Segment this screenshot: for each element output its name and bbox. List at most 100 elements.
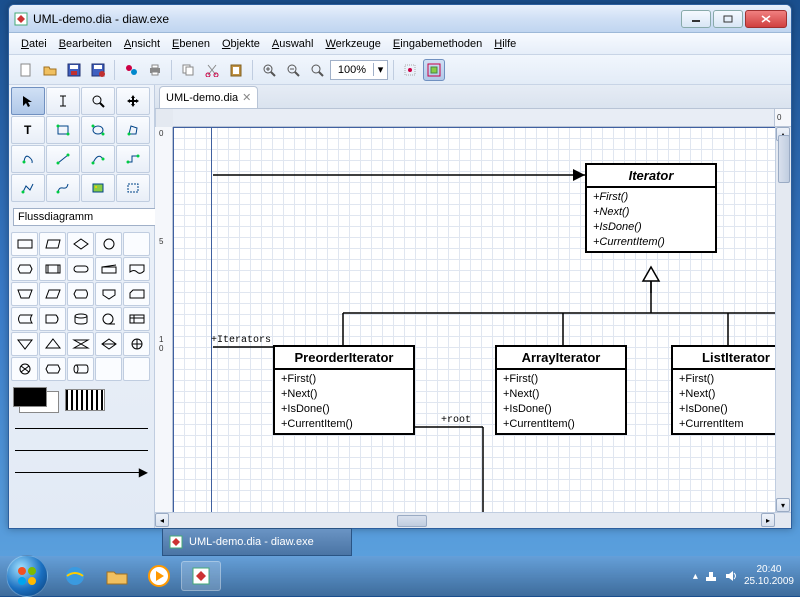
shape-decision-icon[interactable] (67, 232, 94, 256)
shape-predefined-icon[interactable] (39, 257, 66, 281)
shape-or-icon[interactable] (123, 332, 150, 356)
menu-ansicht[interactable]: Ansicht (118, 36, 166, 52)
scroll-tool-icon[interactable] (116, 87, 150, 115)
line-tool-icon[interactable] (46, 145, 80, 173)
shape-process-icon[interactable] (11, 232, 38, 256)
text-tool-icon[interactable]: T (11, 116, 45, 144)
scroll-thumb-v[interactable] (778, 135, 790, 183)
sheet-input[interactable] (13, 208, 165, 226)
copy-icon[interactable] (177, 59, 199, 81)
shape-display-icon[interactable] (67, 282, 94, 306)
shape-card-icon[interactable] (123, 282, 150, 306)
line-body-style[interactable] (15, 441, 148, 459)
shape-tape-icon[interactable] (95, 307, 122, 331)
media-player-icon[interactable] (139, 561, 179, 591)
scroll-thumb-h[interactable] (397, 515, 427, 527)
clock[interactable]: 20:40 25.10.2009 (744, 564, 794, 588)
shape-document-icon[interactable] (123, 257, 150, 281)
uml-class-iterator[interactable]: Iterator +First() +Next() +IsDone() +Cur… (585, 163, 717, 253)
shape-manualop-icon[interactable] (11, 282, 38, 306)
fg-color-swatch[interactable] (13, 387, 47, 407)
shape-disk-icon[interactable] (67, 307, 94, 331)
print-icon[interactable] (144, 59, 166, 81)
menu-eingabemethoden[interactable]: Eingabemethoden (387, 36, 488, 52)
shape-collate-icon[interactable] (67, 332, 94, 356)
shape-manual-icon[interactable] (95, 257, 122, 281)
uml-class-preorder[interactable]: PreorderIterator +First() +Next() +IsDon… (273, 345, 415, 435)
scroll-down-icon[interactable]: ▾ (776, 498, 790, 512)
line-end-style[interactable]: ▶ (15, 463, 148, 481)
menu-ebenen[interactable]: Ebenen (166, 36, 216, 52)
beziergon-tool-icon[interactable] (11, 145, 45, 173)
scroll-right-icon[interactable]: ▸ (761, 513, 775, 527)
new-icon[interactable] (15, 59, 37, 81)
shape-sum-icon[interactable] (11, 357, 38, 381)
shape-data-icon[interactable] (39, 282, 66, 306)
menu-objekte[interactable]: Objekte (216, 36, 266, 52)
tab-uml-demo[interactable]: UML-demo.dia ✕ (159, 86, 258, 108)
tab-close-icon[interactable]: ✕ (242, 91, 251, 104)
horizontal-scrollbar[interactable]: ◂ ▸ (155, 512, 791, 528)
zoom-out-icon[interactable] (282, 59, 304, 81)
shape-blank2-icon[interactable] (95, 357, 122, 381)
zoom-in-icon[interactable] (258, 59, 280, 81)
tray-volume-icon[interactable] (724, 569, 738, 583)
ellipse-tool-icon[interactable] (81, 116, 115, 144)
export-icon[interactable] (120, 59, 142, 81)
polygon-tool-icon[interactable] (116, 116, 150, 144)
text-edit-tool-icon[interactable] (46, 87, 80, 115)
menu-hilfe[interactable]: Hilfe (488, 36, 522, 52)
magnify-tool-icon[interactable] (81, 87, 115, 115)
zoom-fit-icon[interactable] (306, 59, 328, 81)
save-as-icon[interactable] (87, 59, 109, 81)
shape-stored-icon[interactable] (11, 307, 38, 331)
tray-network-icon[interactable] (704, 569, 718, 583)
zoom-input[interactable] (331, 64, 373, 76)
scroll-left-icon[interactable]: ◂ (155, 513, 169, 527)
vertical-scrollbar[interactable]: ▴ ▾ (775, 127, 791, 512)
outline-tool-icon[interactable] (116, 174, 150, 202)
shape-terminal-icon[interactable] (67, 257, 94, 281)
tray-show-hidden-icon[interactable]: ▴ (693, 571, 698, 582)
pointer-tool-icon[interactable] (11, 87, 45, 115)
menu-auswahl[interactable]: Auswahl (266, 36, 320, 52)
minimize-button[interactable] (681, 10, 711, 28)
shape-drum-icon[interactable] (67, 357, 94, 381)
open-icon[interactable] (39, 59, 61, 81)
shape-sort-icon[interactable] (95, 332, 122, 356)
maximize-button[interactable] (713, 10, 743, 28)
taskbar-app-dia[interactable] (181, 561, 221, 591)
shape-connector-icon[interactable] (95, 232, 122, 256)
menu-datei[interactable]: Datei (15, 36, 53, 52)
horizontal-ruler[interactable]: 0 5 10 15 20 25 (775, 109, 791, 127)
polyline-tool-icon[interactable] (11, 174, 45, 202)
shape-extract-icon[interactable] (39, 332, 66, 356)
titlebar[interactable]: UML-demo.dia - diaw.exe (9, 5, 791, 33)
close-button[interactable] (745, 10, 787, 28)
shape-delay-icon[interactable] (39, 307, 66, 331)
image-tool-icon[interactable] (81, 174, 115, 202)
line-start-style[interactable] (15, 419, 148, 437)
zigzag-tool-icon[interactable] (116, 145, 150, 173)
shape-preparation-icon[interactable] (11, 257, 38, 281)
shape-blank3-icon[interactable] (123, 357, 150, 381)
vertical-ruler[interactable]: 0 5 10 (155, 127, 173, 512)
zoom-dropdown-icon[interactable]: ▾ (373, 63, 387, 76)
assoc-label-iterators[interactable]: +Iterators (211, 335, 271, 346)
zoom-combo[interactable]: ▾ (330, 60, 388, 80)
shape-io-icon[interactable] (39, 232, 66, 256)
uml-class-array[interactable]: ArrayIterator +First() +Next() +IsDone()… (495, 345, 627, 435)
shape-internal-icon[interactable] (123, 307, 150, 331)
menu-bearbeiten[interactable]: Bearbeiten (53, 36, 118, 52)
pattern-swatch[interactable] (65, 389, 105, 411)
arc-tool-icon[interactable] (81, 145, 115, 173)
cut-icon[interactable] (201, 59, 223, 81)
menu-werkzeuge[interactable]: Werkzeuge (319, 36, 386, 52)
explorer-icon[interactable] (97, 561, 137, 591)
diagram-canvas[interactable]: +Iterators +root Iterator +First() +Next… (173, 127, 775, 512)
uml-class-list[interactable]: ListIterator +First() +Next() +IsDone() … (671, 345, 775, 435)
paste-icon[interactable] (225, 59, 247, 81)
bezier-tool-icon[interactable] (46, 174, 80, 202)
grid-snap-icon[interactable] (399, 59, 421, 81)
shape-loop-icon[interactable] (39, 357, 66, 381)
